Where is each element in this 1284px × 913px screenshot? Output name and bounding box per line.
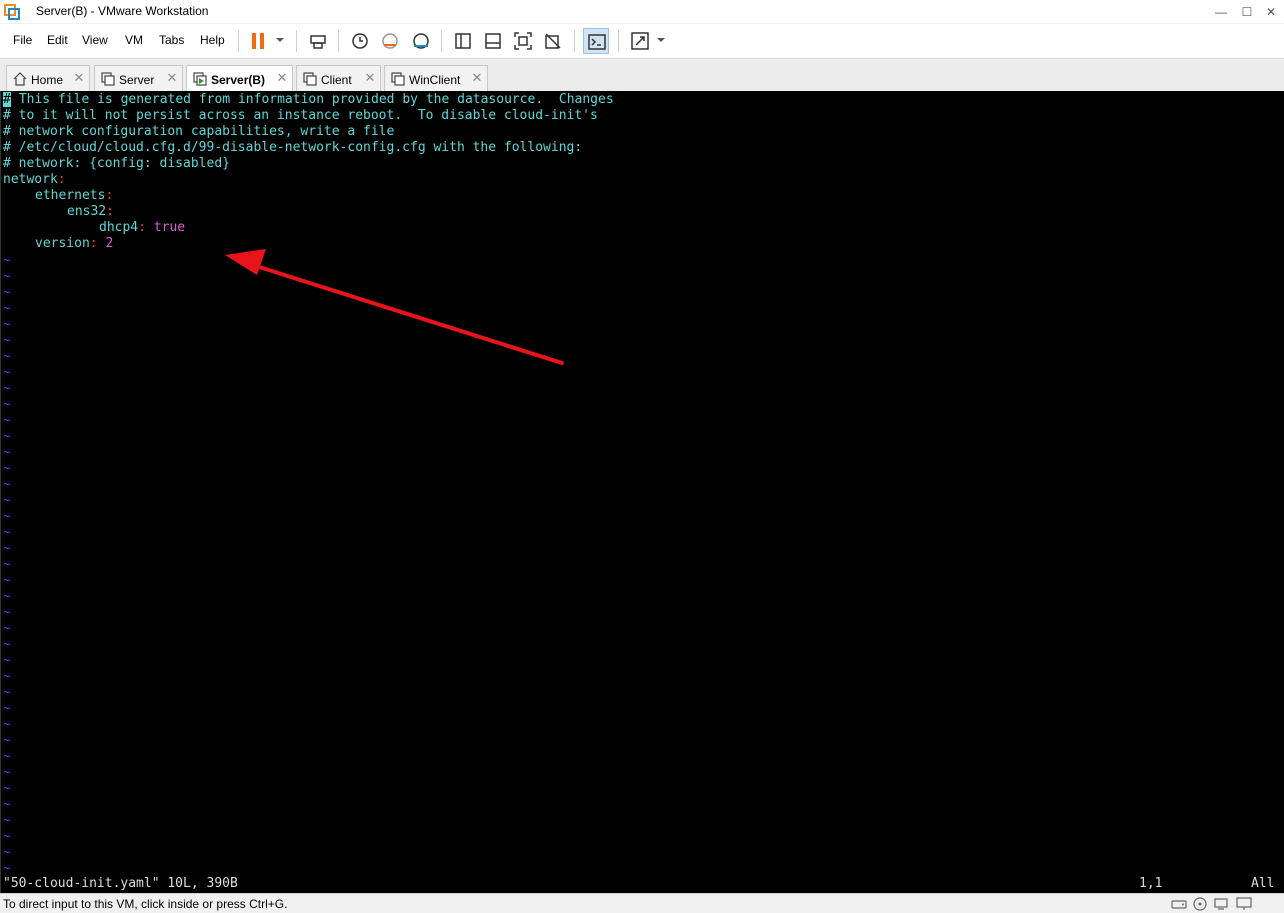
window-title: Server(B) - VMware Workstation [36,4,209,18]
tab-label: Home [31,73,64,87]
menu-view[interactable]: View [82,33,108,47]
console-view-icon [588,34,606,50]
power-dropdown-caret[interactable] [276,38,284,42]
tab-label: Server(B) [211,73,266,87]
revert-snapshot-button[interactable] [377,28,403,54]
vm-icon [101,72,115,86]
tab-client[interactable]: Client ✕ [296,65,381,92]
tab-server-b[interactable]: Server(B) ✕ [186,65,293,93]
menu-help[interactable]: Help [200,33,225,47]
hard-disk-icon[interactable] [1171,897,1187,911]
vm-running-icon [193,72,207,86]
display-icon[interactable] [1236,897,1252,911]
show-library-button[interactable] [450,28,476,54]
pause-button[interactable] [245,28,271,54]
vm-tab-bar: Home ✕ Server ✕ Server(B) ✕ Client ✕ Win… [0,58,1284,93]
take-snapshot-button[interactable] [347,28,373,54]
menu-edit[interactable]: Edit [47,33,68,47]
annotation-arrow [225,249,564,365]
close-tab-icon[interactable]: ✕ [363,71,377,85]
tab-winclient[interactable]: WinClient ✕ [384,65,488,92]
snapshot-manager-icon [413,33,429,49]
status-hint: To direct input to this VM, click inside… [3,897,288,911]
stretch-guest-icon [631,32,649,50]
network-icon[interactable] [1213,897,1229,911]
close-tab-icon[interactable]: ✕ [470,71,484,85]
tab-home[interactable]: Home ✕ [6,65,90,92]
status-bar: To direct input to this VM, click inside… [0,893,1284,913]
vm-console[interactable]: # This file is generated from informatio… [0,91,1284,893]
title-bar: Server(B) - VMware Workstation — ☐ ✕ [0,0,1284,24]
unity-button[interactable] [540,28,566,54]
snapshot-manager-button[interactable] [408,28,434,54]
tab-label: Client [321,73,352,87]
minimize-button[interactable]: — [1210,2,1232,22]
console-view-button[interactable] [583,28,609,54]
maximize-button[interactable]: ☐ [1236,2,1258,22]
pause-icon [252,33,264,49]
stretch-guest-button[interactable] [627,28,653,54]
full-screen-button[interactable] [510,28,536,54]
thumbnail-bar-icon [485,33,501,49]
full-screen-icon [514,32,532,50]
menu-file[interactable]: File [13,33,32,47]
tab-server[interactable]: Server ✕ [94,65,183,92]
close-button[interactable]: ✕ [1260,2,1282,22]
show-library-icon [455,33,471,49]
vm-icon [391,72,405,86]
close-tab-icon[interactable]: ✕ [165,71,179,85]
send-ctrl-alt-del-icon [310,35,326,49]
close-tab-icon[interactable]: ✕ [72,71,86,85]
menu-toolbar: File Edit View VM Tabs Help [0,24,1284,56]
tab-label: Server [119,73,155,87]
close-tab-icon[interactable]: ✕ [275,71,289,85]
thumbnail-bar-button[interactable] [480,28,506,54]
tab-label: WinClient [409,73,461,87]
home-icon [13,72,27,86]
snapshot-icon [352,33,368,49]
menu-vm[interactable]: VM [125,33,143,47]
unity-icon [545,33,561,49]
stretch-dropdown-caret[interactable] [657,38,665,42]
cd-rom-icon[interactable] [1192,897,1208,911]
menu-tabs[interactable]: Tabs [159,33,184,47]
revert-snapshot-icon [382,33,398,49]
vm-icon [303,72,317,86]
send-ctrl-alt-del-button[interactable] [305,28,331,54]
vmware-logo-icon [4,4,20,20]
